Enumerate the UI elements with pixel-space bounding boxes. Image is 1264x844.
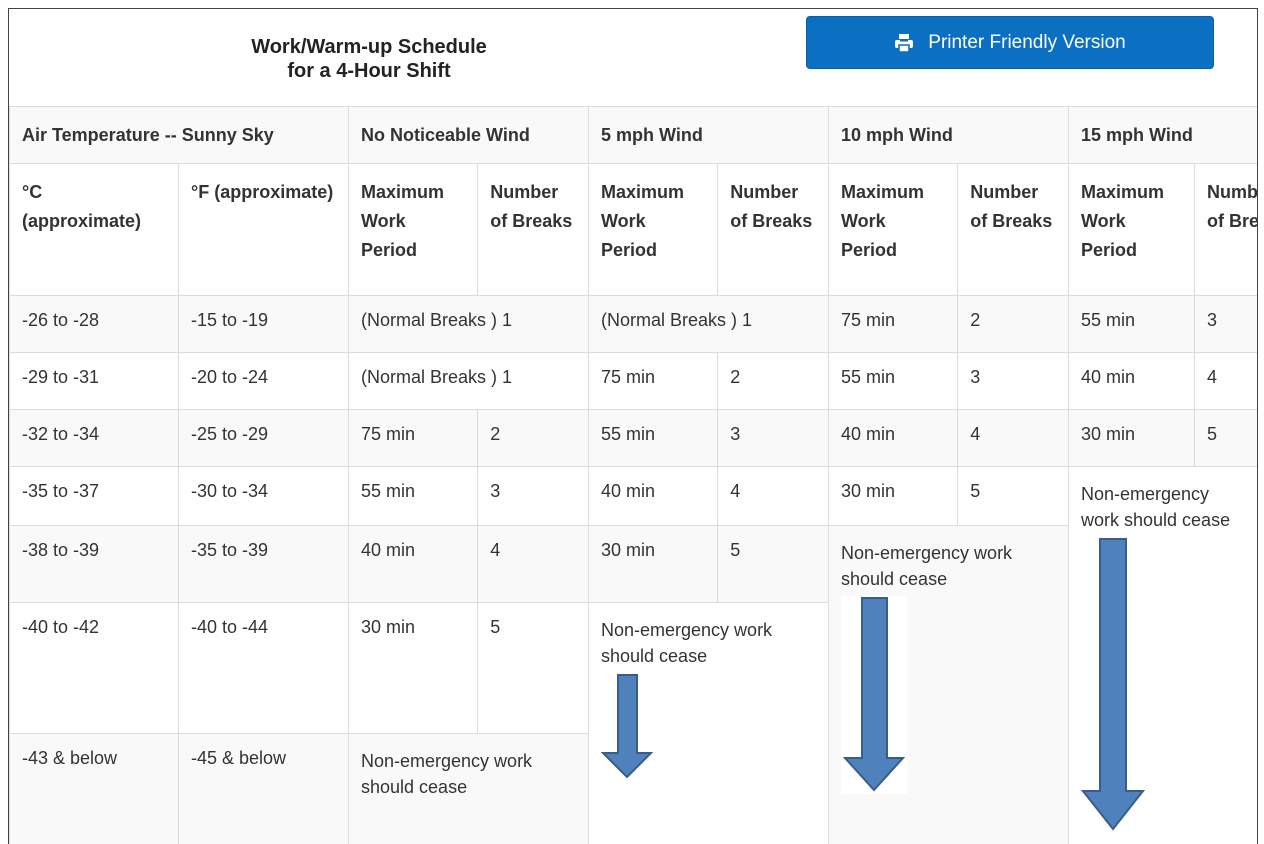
header-air-temp: Air Temperature -- Sunny Sky [10,107,349,164]
cease-text-15mph: Non-emergency work should cease [1081,481,1251,533]
cease-text-10mph: Non-emergency work should cease [841,540,1056,592]
page-title: Work/Warm-up Schedule for a 4-Hour Shift [21,35,717,83]
header-5mph: 5 mph Wind [589,107,829,164]
cell-celsius: -38 to -39 [10,526,179,603]
cell-no-wind: (Normal Breaks ) 1 [349,296,589,353]
cell-10mph-cease: Non-emergency work should cease [829,526,1069,844]
header-fahrenheit: °F (approximate) [179,164,349,296]
header-celsius: °C (approximate) [10,164,179,296]
cell-celsius: -29 to -31 [10,353,179,410]
header-breaks: Number of Breaks [958,164,1069,296]
cell-15mph-cease: Non-emergency work should cease [1069,467,1259,844]
cell-fahrenheit: -15 to -19 [179,296,349,353]
cell-10mph-max: 40 min [829,410,958,467]
cell-15mph-max: 30 min [1069,410,1195,467]
cell-no-wind-max: 55 min [349,467,478,526]
cell-no-wind: (Normal Breaks ) 1 [349,353,589,410]
table-row: -26 to -28 -15 to -19 (Normal Breaks ) 1… [10,296,1259,353]
cell-no-wind-cease: Non-emergency work should cease [349,734,589,844]
header-breaks: Number of Breaks [718,164,829,296]
header-10mph: 10 mph Wind [829,107,1069,164]
cease-text-no-wind: Non-emergency work should cease [361,748,576,800]
cell-15mph-max: 40 min [1069,353,1195,410]
down-arrow-icon [841,596,907,794]
cell-celsius: -40 to -42 [10,603,179,734]
cell-fahrenheit: -35 to -39 [179,526,349,603]
header-max-work: Maximum Work Period [1069,164,1195,296]
table-row: -35 to -37 -30 to -34 55 min 3 40 min 4 … [10,467,1259,526]
cell-fahrenheit: -30 to -34 [179,467,349,526]
cell-5mph-max: 75 min [589,353,718,410]
cell-no-wind-max: 40 min [349,526,478,603]
cell-10mph-breaks: 3 [958,353,1069,410]
down-arrow-icon [601,673,653,781]
schedule-panel: Work/Warm-up Schedule for a 4-Hour Shift… [8,8,1258,844]
header-no-wind: No Noticeable Wind [349,107,589,164]
header-max-work: Maximum Work Period [829,164,958,296]
sub-header-row: °C (approximate) °F (approximate) Maximu… [10,164,1259,296]
cell-15mph-breaks: 3 [1195,296,1259,353]
cell-5mph-max: 40 min [589,467,718,526]
cease-text-5mph: Non-emergency work should cease [601,617,816,669]
cell-15mph-breaks: 5 [1195,410,1259,467]
cell-fahrenheit: -40 to -44 [179,603,349,734]
cell-no-wind-breaks: 2 [478,410,589,467]
cell-celsius: -32 to -34 [10,410,179,467]
cell-15mph-max: 55 min [1069,296,1195,353]
cell-5mph-cease: Non-emergency work should cease [589,603,829,844]
printer-icon [894,32,914,59]
header-max-work: Maximum Work Period [349,164,478,296]
printer-friendly-label: Printer Friendly Version [928,32,1125,54]
cell-no-wind-max: 75 min [349,410,478,467]
cell-fahrenheit: -45 & below [179,734,349,844]
cell-fahrenheit: -25 to -29 [179,410,349,467]
cell-no-wind-max: 30 min [349,603,478,734]
header-15mph: 15 mph Wind [1069,107,1259,164]
header-breaks: Number of Breaks [1195,164,1259,296]
cell-no-wind-breaks: 5 [478,603,589,734]
cell-10mph-breaks: 5 [958,467,1069,526]
table-row: -32 to -34 -25 to -29 75 min 2 55 min 3 … [10,410,1259,467]
header-breaks: Number of Breaks [478,164,589,296]
cell-fahrenheit: -20 to -24 [179,353,349,410]
cell-5mph-breaks: 4 [718,467,829,526]
down-arrow-icon [1081,537,1145,833]
cell-5mph-breaks: 2 [718,353,829,410]
cell-10mph-max: 30 min [829,467,958,526]
cell-celsius: -35 to -37 [10,467,179,526]
group-header-row: Air Temperature -- Sunny Sky No Noticeab… [10,107,1259,164]
title-line-2: for a 4-Hour Shift [21,59,717,83]
cell-10mph-breaks: 2 [958,296,1069,353]
cell-15mph-breaks: 4 [1195,353,1259,410]
cell-no-wind-breaks: 4 [478,526,589,603]
table-row: -29 to -31 -20 to -24 (Normal Breaks ) 1… [10,353,1259,410]
cell-no-wind-breaks: 3 [478,467,589,526]
cell-celsius: -43 & below [10,734,179,844]
cell-10mph-breaks: 4 [958,410,1069,467]
cell-5mph-max: 55 min [589,410,718,467]
printer-friendly-button[interactable]: Printer Friendly Version [806,16,1214,69]
cell-celsius: -26 to -28 [10,296,179,353]
cell-5mph: (Normal Breaks ) 1 [589,296,829,353]
cell-5mph-breaks: 5 [718,526,829,603]
cell-10mph-max: 55 min [829,353,958,410]
cell-10mph-max: 75 min [829,296,958,353]
title-line-1: Work/Warm-up Schedule [21,35,717,59]
cell-5mph-max: 30 min [589,526,718,603]
schedule-table: Air Temperature -- Sunny Sky No Noticeab… [9,106,1258,844]
header-max-work: Maximum Work Period [589,164,718,296]
cell-5mph-breaks: 3 [718,410,829,467]
